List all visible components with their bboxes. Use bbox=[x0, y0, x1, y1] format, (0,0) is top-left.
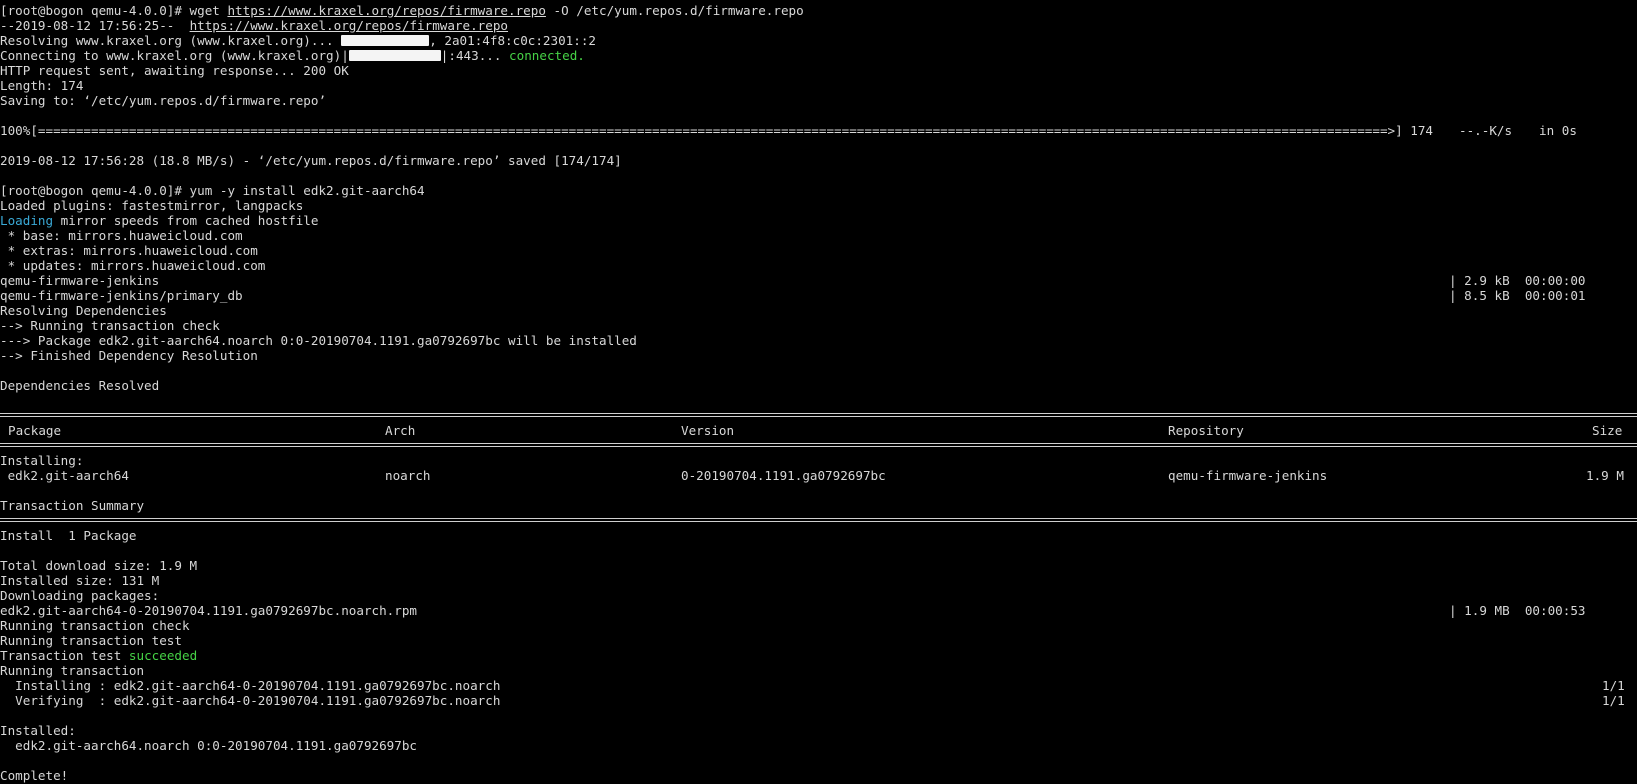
repo-url-link[interactable]: https://www.kraxel.org/repos/firmware.re… bbox=[190, 18, 508, 33]
col-arch-header: Arch bbox=[385, 423, 416, 438]
terminal-line: Connecting to www.kraxel.org (www.kraxel… bbox=[0, 48, 585, 63]
terminal-line: Loading mirror speeds from cached hostfi… bbox=[0, 213, 319, 228]
terminal-line: --2019-08-12 17:56:25-- https://www.krax… bbox=[0, 18, 509, 33]
terminal-line: Dependencies Resolved bbox=[0, 378, 160, 393]
terminal-line: * extras: mirrors.huaweicloud.com bbox=[0, 243, 258, 258]
progress-time: in 0s bbox=[1539, 123, 1577, 138]
row-package: edk2.git-aarch64 bbox=[0, 468, 129, 483]
terminal-window[interactable]: [root@bogon qemu-4.0.0]# wget https://ww… bbox=[0, 0, 1637, 784]
terminal-line: * base: mirrors.huaweicloud.com bbox=[0, 228, 243, 243]
row-size: 1.9 M bbox=[1586, 468, 1624, 483]
terminal-line: Resolving www.kraxel.org (www.kraxel.org… bbox=[0, 33, 597, 48]
terminal-line: Total download size: 1.9 M bbox=[0, 558, 198, 573]
install-progress-line: Installing : edk2.git-aarch64-0-20190704… bbox=[0, 678, 1625, 693]
connected-status: connected. bbox=[509, 48, 585, 63]
loading-word: Loading bbox=[0, 213, 54, 228]
repo-url-link[interactable]: https://www.kraxel.org/repos/firmware.re… bbox=[227, 3, 545, 18]
row-arch: noarch bbox=[385, 468, 431, 483]
terminal-line: [root@bogon qemu-4.0.0]# yum -y install … bbox=[0, 183, 425, 198]
terminal-line: Downloading packages: bbox=[0, 588, 160, 603]
double-separator bbox=[0, 438, 1637, 453]
col-version-header: Version bbox=[681, 423, 735, 438]
row-repository: qemu-firmware-jenkins bbox=[1168, 468, 1328, 483]
terminal-line: Complete! bbox=[0, 768, 69, 783]
verify-progress-line: Verifying : edk2.git-aarch64-0-20190704.… bbox=[0, 693, 1625, 708]
succeeded-status: succeeded bbox=[128, 648, 198, 663]
terminal-line: edk2.git-aarch64.noarch 0:0-20190704.119… bbox=[0, 738, 418, 753]
terminal-line: Resolving Dependencies bbox=[0, 303, 167, 318]
repo-line: qemu-firmware-jenkins/primary_db | 8.5 k… bbox=[0, 288, 1586, 303]
terminal-line: ---> Package edk2.git-aarch64.noarch 0:0… bbox=[0, 333, 637, 348]
redacted-ip bbox=[341, 35, 430, 46]
col-repository-header: Repository bbox=[1168, 423, 1244, 438]
terminal-line: Install 1 Package bbox=[0, 528, 137, 543]
terminal-line: Installed size: 131 M bbox=[0, 573, 160, 588]
progress-bar: 100%[===================================… bbox=[0, 123, 1434, 138]
terminal-line: Installing: bbox=[0, 453, 84, 468]
double-separator bbox=[0, 513, 1637, 528]
terminal-line: Loaded plugins: fastestmirror, langpacks bbox=[0, 198, 304, 213]
redacted-ip bbox=[348, 50, 441, 61]
terminal-line: Running transaction bbox=[0, 663, 145, 678]
terminal-line: Installed: bbox=[0, 723, 76, 738]
col-size-header: Size bbox=[1592, 423, 1623, 438]
terminal-line: * updates: mirrors.huaweicloud.com bbox=[0, 258, 266, 273]
repo-line: qemu-firmware-jenkins | 2.9 kB 00:00:00 bbox=[0, 273, 1586, 288]
terminal-line: --> Finished Dependency Resolution bbox=[0, 348, 258, 363]
terminal-line: 2019-08-12 17:56:28 (18.8 MB/s) - ‘/etc/… bbox=[0, 153, 622, 168]
double-separator bbox=[0, 408, 1637, 423]
table-header-row: Package Arch Version Repository Size bbox=[0, 423, 1637, 438]
terminal-line: Length: 174 bbox=[0, 78, 84, 93]
terminal-line: [root@bogon qemu-4.0.0]# wget https://ww… bbox=[0, 3, 804, 18]
terminal-line: --> Running transaction check bbox=[0, 318, 220, 333]
terminal-line: Transaction test succeeded bbox=[0, 648, 198, 663]
table-row: edk2.git-aarch64 noarch 0-20190704.1191.… bbox=[0, 468, 1637, 483]
col-package-header: Package bbox=[8, 423, 62, 438]
progress-line: 100%[===================================… bbox=[0, 123, 1637, 138]
terminal-line: Running transaction test bbox=[0, 633, 182, 648]
terminal-line: Running transaction check bbox=[0, 618, 190, 633]
row-version: 0-20190704.1191.ga0792697bc bbox=[681, 468, 886, 483]
progress-rate: --.-K/s bbox=[1459, 123, 1513, 138]
terminal-line: Transaction Summary bbox=[0, 498, 145, 513]
terminal-line: Saving to: ‘/etc/yum.repos.d/firmware.re… bbox=[0, 93, 327, 108]
download-line: edk2.git-aarch64-0-20190704.1191.ga07926… bbox=[0, 603, 1586, 618]
terminal-line: HTTP request sent, awaiting response... … bbox=[0, 63, 349, 78]
